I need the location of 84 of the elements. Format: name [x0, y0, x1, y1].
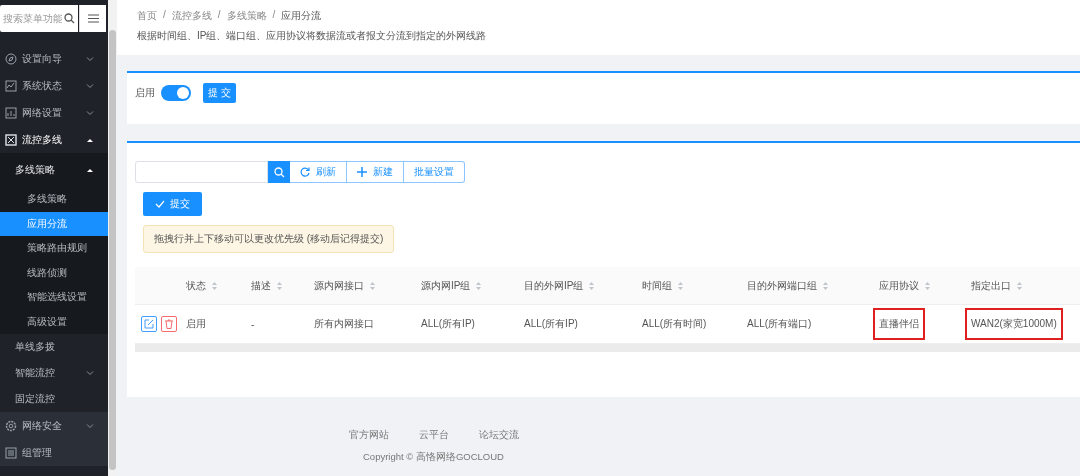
sidebar-item[interactable]: 智能流控 — [0, 360, 108, 386]
caret-up-icon — [86, 136, 94, 143]
copyright-text: Copyright © 高恪网络GOCLOUD — [363, 451, 504, 464]
chevron-down-icon — [86, 422, 94, 429]
chevron-down-icon — [86, 370, 94, 376]
sidebar-item[interactable]: 策略路由规则 — [0, 236, 108, 261]
sort-icon[interactable] — [678, 280, 683, 291]
footer-link[interactable]: 官方网站 — [348, 429, 389, 442]
sidebar-item[interactable]: 网络安全 — [0, 412, 108, 439]
breadcrumb-separator: / — [272, 9, 276, 22]
table-cell: 启用 — [186, 318, 206, 329]
column-header[interactable]: 状态 — [186, 279, 206, 291]
table-cell: WAN2(家宽1000M) — [965, 308, 1063, 340]
chevron-down-icon — [86, 55, 94, 62]
sidebar-item[interactable]: 高级设置 — [0, 309, 108, 334]
sidebar-item[interactable]: 多线策略 — [0, 153, 108, 187]
sidebar-item[interactable]: 网络设置 — [0, 99, 108, 126]
sidebar-item[interactable]: 线路侦测 — [0, 260, 108, 285]
sort-icon[interactable] — [589, 280, 595, 291]
check-icon — [155, 200, 165, 208]
sidebar-item[interactable]: 流控多线 — [0, 126, 108, 153]
column-header[interactable]: 源内网接口 — [314, 279, 364, 291]
column-header[interactable]: 目的外网端口组 — [747, 279, 817, 291]
sidebar-item[interactable]: 固定流控 — [0, 386, 108, 412]
breadcrumb-link[interactable]: 多线策略 — [226, 9, 267, 23]
refresh-icon — [300, 167, 310, 177]
sort-icon[interactable] — [277, 280, 282, 291]
sort-icon[interactable] — [925, 280, 930, 291]
table-cell: ALL(所有端口) — [747, 318, 812, 329]
breadcrumb-link[interactable]: 首页 — [137, 9, 157, 23]
compass-icon — [5, 52, 17, 65]
network-icon — [5, 106, 17, 119]
chevron-down-icon — [86, 109, 94, 116]
column-header[interactable]: 应用协议 — [879, 279, 919, 291]
table-cell: - — [251, 318, 255, 330]
search-icon — [64, 13, 75, 24]
sidebar-item[interactable]: 组管理 — [0, 439, 108, 466]
footer-link[interactable]: 论坛交流 — [478, 429, 519, 442]
sort-icon[interactable] — [823, 280, 828, 291]
delete-button[interactable] — [161, 316, 177, 332]
sidebar-item[interactable]: 多线策略 — [0, 187, 108, 212]
footer-link[interactable]: 云平台 — [418, 429, 449, 442]
gear-icon — [5, 419, 17, 432]
sidebar-item[interactable]: 设置向导 — [0, 45, 108, 72]
sidebar-item[interactable]: 智能选线设置 — [0, 285, 108, 310]
plus-icon — [357, 167, 367, 177]
table-cell: 直播伴侣 — [873, 308, 925, 340]
column-header[interactable]: 目的外网IP组 — [524, 279, 584, 291]
column-header[interactable]: 描述 — [251, 279, 271, 291]
table-cell: ALL(所有IP) — [524, 318, 578, 329]
search-field[interactable] — [135, 161, 268, 183]
breadcrumb-separator: / — [217, 9, 221, 22]
enable-toggle[interactable] — [161, 84, 191, 101]
table-cell: ALL(所有时间) — [642, 318, 707, 329]
breadcrumb-link[interactable]: 流控多线 — [171, 9, 212, 23]
column-header[interactable]: 源内网IP组 — [421, 279, 471, 291]
table-cell: 所有内网接口 — [314, 318, 374, 329]
column-header[interactable]: 时间组 — [642, 279, 672, 291]
table-cell: ALL(所有IP) — [421, 318, 475, 329]
chart-icon — [5, 79, 17, 92]
search-field[interactable]: 搜索菜单功能 — [0, 5, 78, 32]
page-description: 根据时间组、IP组、端口组、应用协议将数据流或者报文分流到指定的外网线路 — [137, 29, 488, 43]
sort-icon[interactable] — [370, 280, 375, 291]
menu-button[interactable] — [79, 5, 106, 32]
menu-icon — [87, 14, 99, 23]
caret-up-icon — [86, 167, 94, 173]
edit-button[interactable] — [141, 316, 157, 332]
search-button[interactable] — [268, 161, 290, 183]
edit-icon — [144, 319, 154, 329]
search-icon — [273, 166, 285, 178]
breadcrumb-current: 应用分流 — [281, 9, 322, 23]
breadcrumb-separator: / — [163, 9, 166, 22]
trash-icon — [164, 319, 174, 329]
scrollbar[interactable] — [108, 0, 117, 476]
box-icon — [5, 133, 17, 146]
sidebar-item[interactable]: 单线多拨 — [0, 334, 108, 360]
sort-icon[interactable] — [1017, 280, 1022, 291]
sort-icon[interactable] — [212, 280, 217, 291]
sidebar-item[interactable]: 系统状态 — [0, 72, 108, 99]
column-header[interactable]: 指定出口 — [971, 279, 1011, 291]
chevron-down-icon — [86, 82, 94, 89]
sort-icon[interactable] — [476, 280, 482, 291]
notice-banner: 拖拽行并上下移动可以更改优先级 (移动后记得提交) — [143, 225, 395, 253]
enable-label: 启用 — [135, 85, 155, 100]
